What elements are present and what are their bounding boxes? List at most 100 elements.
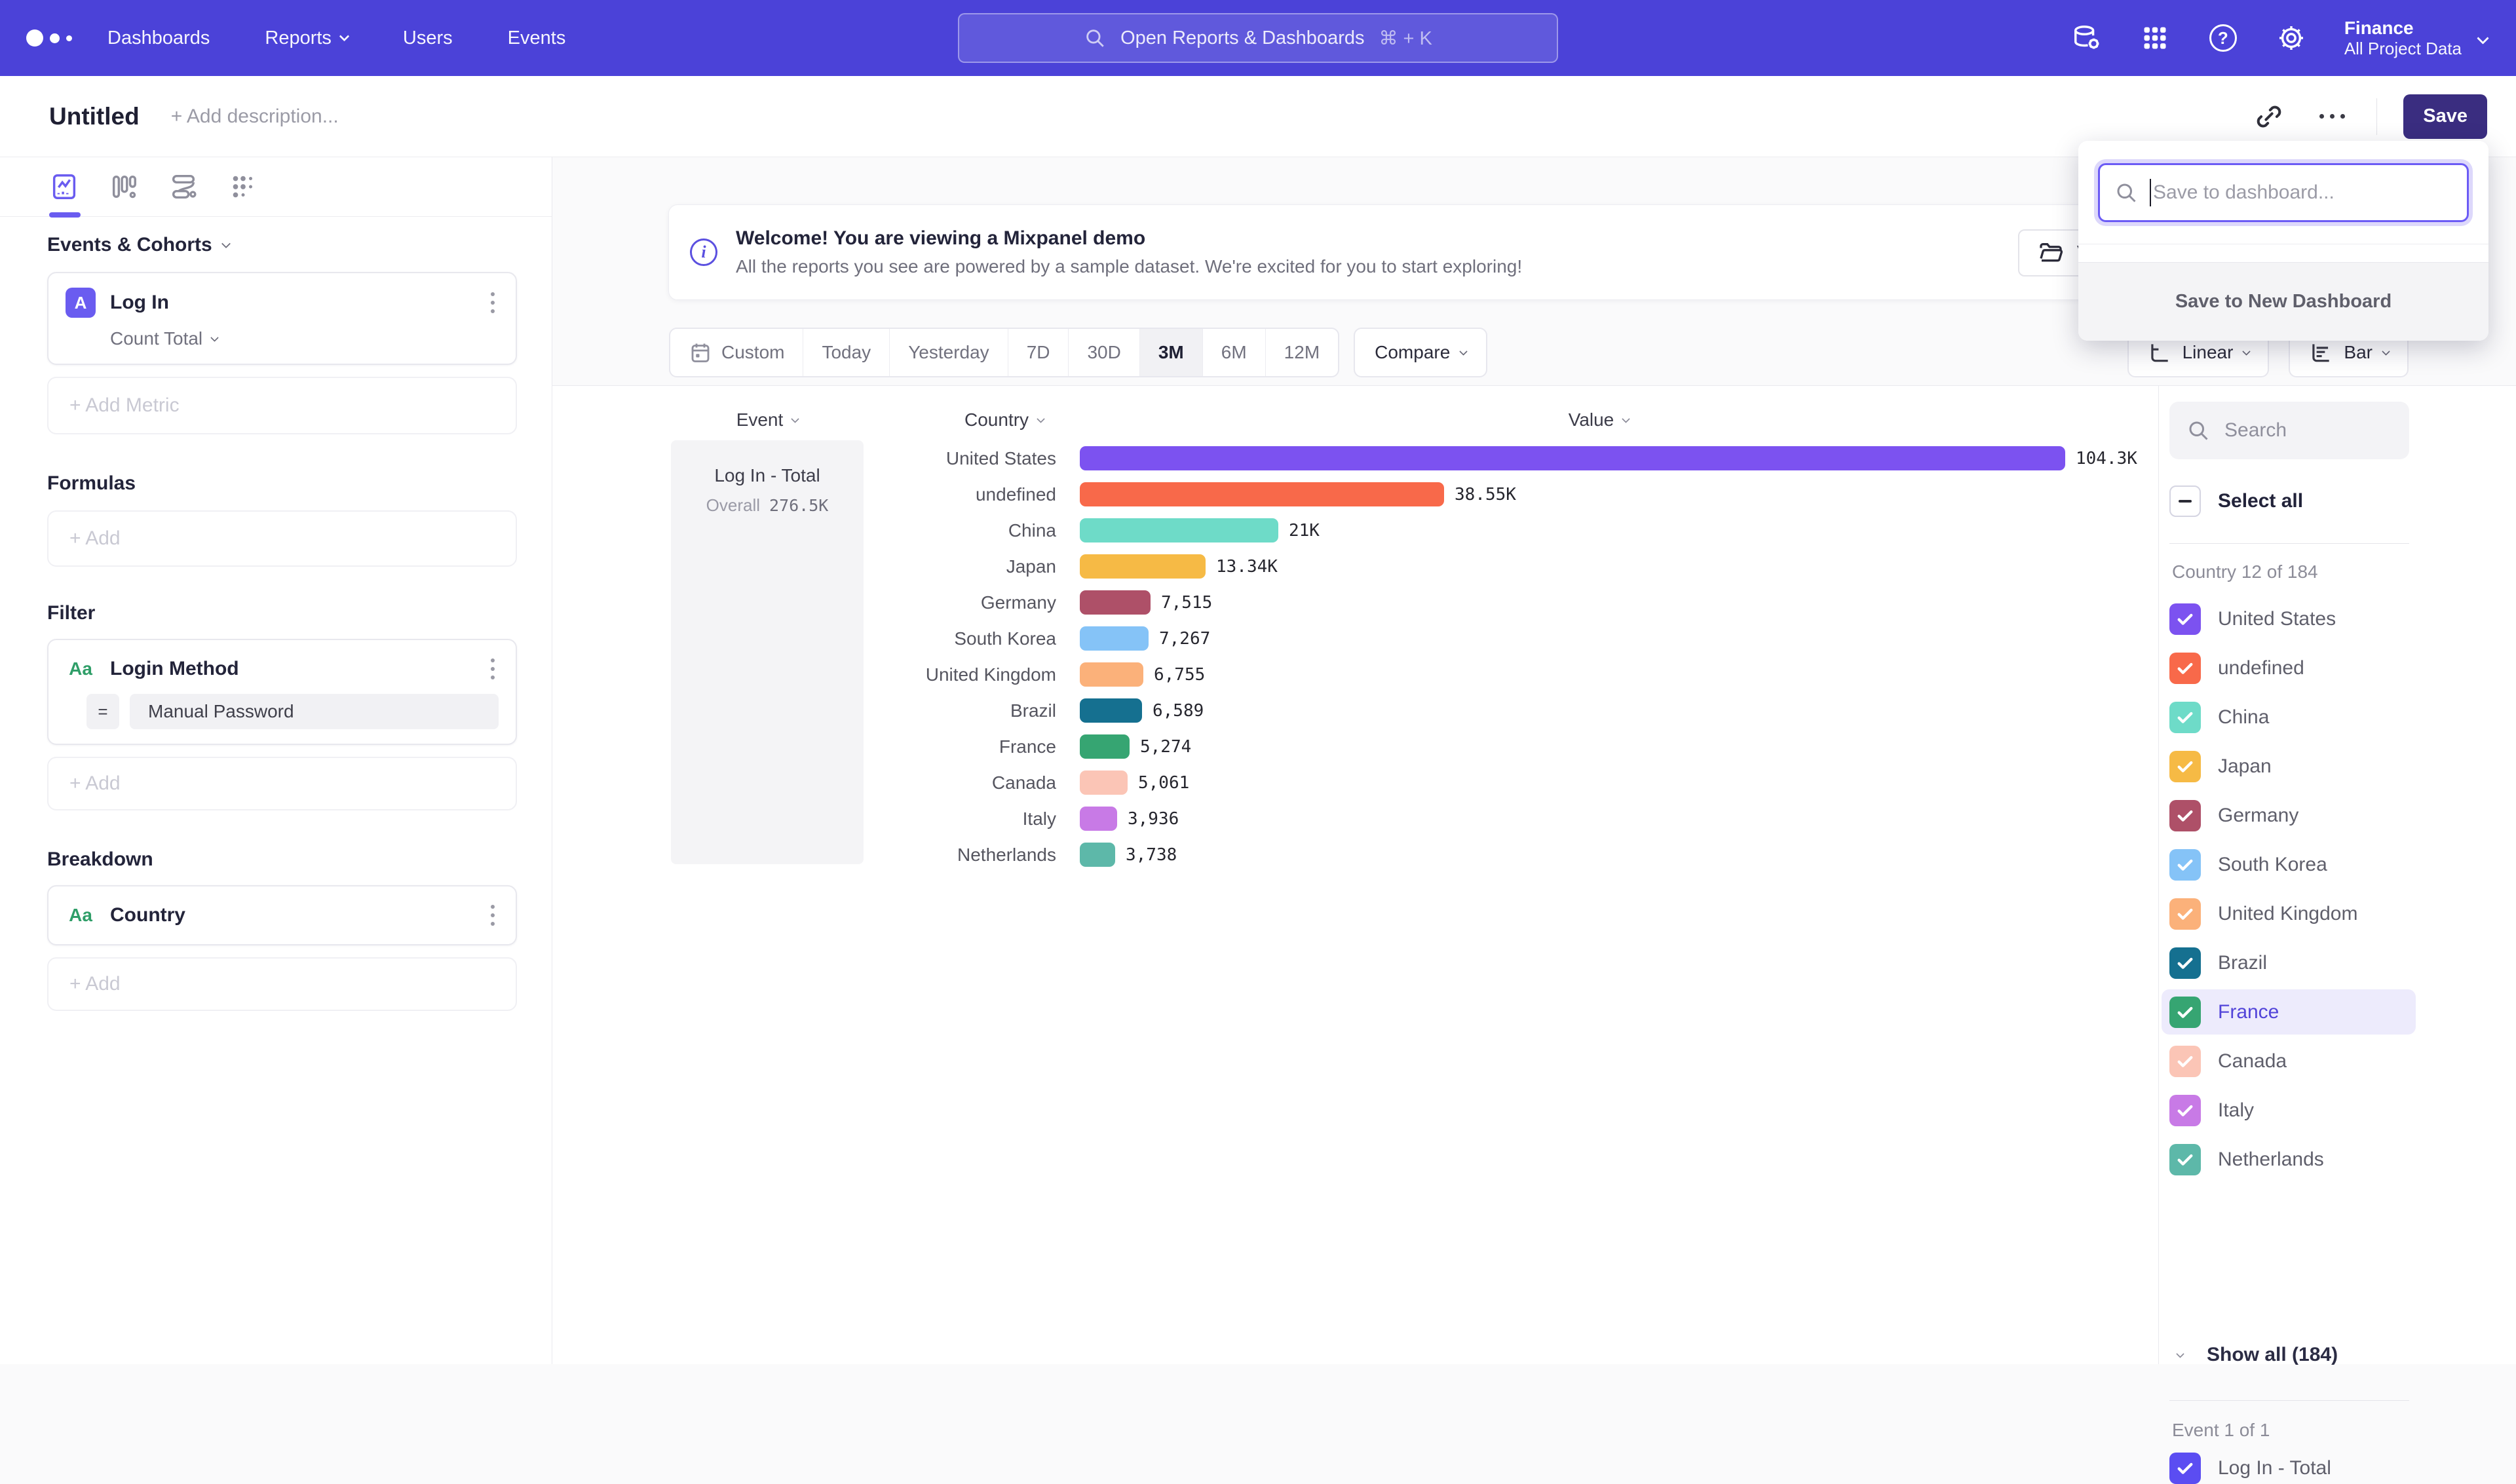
checkbox-checked[interactable]	[2169, 1095, 2201, 1126]
range-yesterday[interactable]: Yesterday	[890, 329, 1008, 376]
formulas-heading: Formulas	[47, 472, 552, 495]
nav-item-reports[interactable]: Reports	[265, 28, 348, 49]
checkbox-checked[interactable]	[2169, 800, 2201, 831]
bar-country-label: China	[552, 520, 1056, 541]
country-filter-row-brazil[interactable]: Brazil	[2159, 938, 2434, 987]
bar-segment[interactable]	[1080, 843, 1115, 867]
filter-operator[interactable]: =	[86, 694, 119, 729]
filter-value[interactable]: Manual Password	[130, 694, 499, 729]
save-dashboard-search-input[interactable]: Save to dashboard...	[2098, 163, 2469, 222]
nav-item-users[interactable]: Users	[403, 28, 453, 49]
bar-segment[interactable]	[1080, 698, 1142, 723]
data-management-icon[interactable]	[2072, 23, 2102, 53]
country-filter-row-france[interactable]: France	[2159, 987, 2434, 1037]
mixpanel-logo-icon[interactable]	[26, 29, 72, 47]
add-metric-button[interactable]: + Add Metric	[47, 377, 517, 434]
add-filter-button[interactable]: + Add	[47, 757, 517, 810]
breakdown-card[interactable]: Aa Country	[47, 885, 517, 945]
event-filter-row[interactable]: Log In - Total	[2169, 1453, 2331, 1484]
bar-segment[interactable]	[1080, 518, 1278, 542]
copy-link-button[interactable]	[2251, 98, 2287, 135]
checkbox-checked[interactable]	[2169, 997, 2201, 1028]
checkbox-checked[interactable]	[2169, 898, 2201, 930]
tab-flows[interactable]	[168, 172, 199, 202]
country-filter-row-united-states[interactable]: United States	[2159, 594, 2434, 643]
global-search-button[interactable]: Open Reports & Dashboards ⌘ + K	[958, 13, 1558, 63]
country-filter-row-united-kingdom[interactable]: United Kingdom	[2159, 889, 2434, 938]
apps-grid-icon[interactable]	[2140, 23, 2170, 53]
checkbox-checked[interactable]	[2169, 702, 2201, 733]
bar-segment[interactable]	[1080, 734, 1130, 759]
metric-card[interactable]: A Log In Count Total	[47, 272, 517, 365]
settings-gear-icon[interactable]	[2276, 23, 2306, 53]
checkbox-checked[interactable]	[2169, 751, 2201, 782]
bar-segment[interactable]	[1080, 807, 1117, 831]
checkbox-checked[interactable]	[2169, 1046, 2201, 1077]
filter-card[interactable]: Aa Login Method = Manual Password	[47, 639, 517, 745]
save-button[interactable]: Save	[2403, 94, 2487, 139]
country-filter-row-netherlands[interactable]: Netherlands	[2159, 1135, 2434, 1184]
checkbox-checked[interactable]	[2169, 603, 2201, 635]
checkbox-checked[interactable]	[2169, 849, 2201, 881]
country-filter-row-japan[interactable]: Japan	[2159, 742, 2434, 791]
breakdown-property-name[interactable]: Country	[110, 904, 185, 926]
report-title[interactable]: Untitled	[49, 103, 140, 130]
save-to-new-dashboard-button[interactable]: Save to New Dashboard	[2078, 262, 2488, 341]
demo-banner: i Welcome! You are viewing a Mixpanel de…	[668, 204, 2141, 300]
more-options-button[interactable]	[2314, 98, 2350, 135]
bar-segment[interactable]	[1080, 482, 1444, 506]
show-all-button[interactable]: Show all (184)	[2177, 1344, 2338, 1366]
country-filter-row-china[interactable]: China	[2159, 693, 2434, 742]
tab-insights[interactable]	[49, 172, 79, 202]
event-column-header[interactable]: Event	[671, 409, 864, 430]
range-6m[interactable]: 6M	[1203, 329, 1266, 376]
info-icon: i	[690, 238, 717, 266]
legend-search-input[interactable]: Search	[2169, 402, 2409, 459]
kebab-menu-icon[interactable]	[487, 288, 499, 317]
range-7d[interactable]: 7D	[1008, 329, 1069, 376]
bar-segment[interactable]	[1080, 626, 1149, 651]
compare-button[interactable]: Compare	[1354, 328, 1487, 377]
event-checkbox-checked[interactable]	[2169, 1453, 2201, 1484]
metric-event-name[interactable]: Log In	[110, 292, 169, 314]
range-12m[interactable]: 12M	[1266, 329, 1338, 376]
country-filter-row-italy[interactable]: Italy	[2159, 1086, 2434, 1135]
range-today[interactable]: Today	[803, 329, 890, 376]
nav-item-dashboards[interactable]: Dashboards	[107, 28, 210, 49]
bar-country-label: South Korea	[552, 628, 1056, 649]
bar-segment[interactable]	[1080, 771, 1128, 795]
value-column-header[interactable]: Value	[1507, 409, 1690, 430]
project-switcher[interactable]: Finance All Project Data	[2344, 17, 2487, 60]
bar-segment[interactable]	[1080, 662, 1143, 687]
add-description-field[interactable]: + Add description...	[171, 105, 339, 128]
bar-segment[interactable]	[1080, 554, 1206, 579]
filter-property-name[interactable]: Login Method	[110, 658, 239, 680]
country-filter-row-canada[interactable]: Canada	[2159, 1037, 2434, 1086]
nav-item-events[interactable]: Events	[508, 28, 566, 49]
help-icon[interactable]: ?	[2208, 23, 2238, 53]
tab-retention[interactable]	[228, 172, 258, 202]
kebab-menu-icon[interactable]	[487, 655, 499, 683]
select-all-checkbox-indeterminate[interactable]	[2169, 485, 2201, 517]
add-breakdown-button[interactable]: + Add	[47, 957, 517, 1011]
select-all-row[interactable]: Select all	[2169, 485, 2303, 517]
checkbox-checked[interactable]	[2169, 947, 2201, 979]
country-filter-row-undefined[interactable]: undefined	[2159, 643, 2434, 693]
checkbox-checked[interactable]	[2169, 653, 2201, 684]
country-label: China	[2218, 706, 2269, 729]
range-custom[interactable]: Custom	[670, 329, 803, 376]
bar-segment[interactable]	[1080, 590, 1151, 615]
add-formula-button[interactable]: + Add	[47, 510, 517, 567]
bar-segment[interactable]	[1080, 446, 2065, 470]
range-30d[interactable]: 30D	[1069, 329, 1139, 376]
aggregation-selector[interactable]: Count Total	[110, 328, 499, 349]
range-3m[interactable]: 3M	[1140, 329, 1203, 376]
bar-row-canada: Canada 5,061	[552, 765, 2158, 801]
country-column-header[interactable]: Country	[964, 409, 1044, 430]
events-cohorts-heading[interactable]: Events & Cohorts	[47, 234, 552, 256]
country-filter-row-south-korea[interactable]: South Korea	[2159, 840, 2434, 889]
country-filter-row-germany[interactable]: Germany	[2159, 791, 2434, 840]
kebab-menu-icon[interactable]	[487, 901, 499, 930]
checkbox-checked[interactable]	[2169, 1144, 2201, 1175]
tab-funnels[interactable]	[109, 172, 139, 202]
